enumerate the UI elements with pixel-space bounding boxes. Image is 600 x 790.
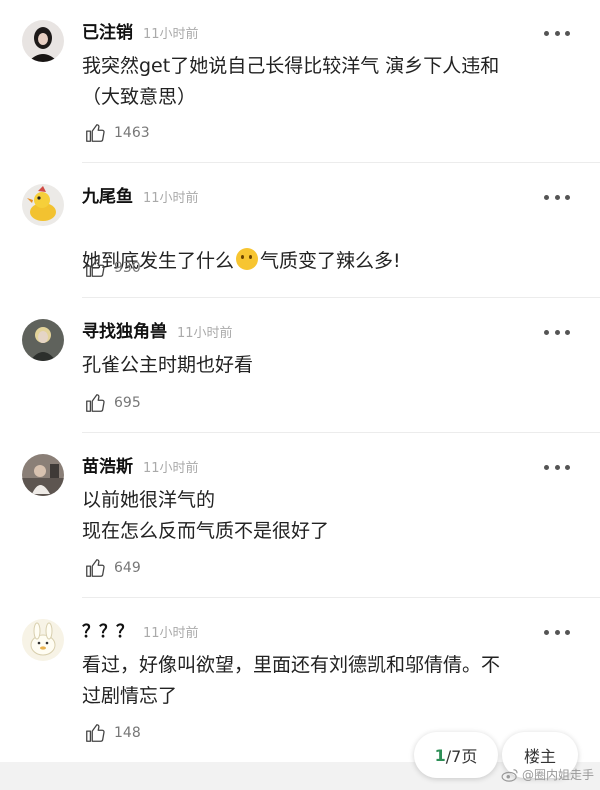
thumbs-up-icon (86, 559, 105, 577)
comment-time: 11小时前 (177, 326, 233, 341)
watermark: @圈内姐走手 (501, 766, 594, 783)
author-name[interactable]: ？？？ (82, 622, 133, 642)
comment-text: 她到底发生了什么 气质变了辣么多! (82, 215, 576, 277)
avatar[interactable] (22, 184, 64, 226)
divider (82, 432, 600, 433)
divider (82, 162, 600, 163)
like-count: 1463 (114, 125, 150, 141)
thumbs-up-icon (86, 394, 105, 412)
like-count: 695 (114, 395, 141, 411)
watermark-text: @圈内姐走手 (521, 768, 594, 782)
author-name[interactable]: 寻找独角兽 (82, 322, 167, 342)
comment-text: 看过，好像叫欲望，里面还有刘德凯和邬倩倩。不 过剧情忘了 (82, 654, 501, 707)
comment-time: 11小时前 (143, 626, 199, 641)
more-dots-icon[interactable] (544, 462, 570, 472)
like-button[interactable]: 1463 (84, 122, 150, 144)
comment-author[interactable]: 苗浩斯 11小时前 (82, 456, 199, 480)
avatar[interactable] (22, 454, 64, 496)
author-name[interactable]: 苗浩斯 (82, 457, 133, 477)
thumbs-up-icon (86, 259, 105, 277)
weibo-logo-icon (501, 768, 518, 782)
more-dots-icon[interactable] (544, 627, 570, 637)
author-name[interactable]: 九尾鱼 (82, 187, 133, 207)
comment-text: 以前她很洋气的 现在怎么反而气质不是很好了 (82, 489, 330, 542)
avatar[interactable] (22, 20, 64, 62)
comment-time: 11小时前 (143, 191, 199, 206)
comment-author[interactable]: 已注销 11小时前 (82, 22, 199, 46)
avatar[interactable] (22, 619, 64, 661)
like-button[interactable]: 649 (84, 557, 141, 579)
like-count: 649 (114, 560, 141, 576)
more-dots-icon[interactable] (544, 327, 570, 337)
divider (82, 597, 600, 598)
comment-author[interactable]: 寻找独角兽 11小时前 (82, 321, 233, 345)
thumbs-up-icon (86, 724, 105, 742)
like-count: 930 (114, 260, 141, 276)
comment-time: 11小时前 (143, 461, 199, 476)
current-page: 1 (434, 745, 446, 765)
like-button[interactable]: 930 (84, 257, 141, 279)
thumbs-up-icon (86, 124, 105, 142)
avatar[interactable] (22, 319, 64, 361)
more-dots-icon[interactable] (544, 192, 570, 202)
comment-text: 我突然get了她说自己长得比较洋气 演乡下人违和 （大致意思） (82, 55, 500, 108)
thinking-face-emoji (236, 248, 259, 270)
like-button[interactable]: 695 (84, 392, 141, 414)
page-indicator-button[interactable]: 1/7页 (414, 732, 498, 778)
comment-author[interactable]: 九尾鱼 11小时前 (82, 186, 199, 210)
comment-text-part: 气质变了辣么多! (260, 250, 401, 272)
more-dots-icon[interactable] (544, 28, 570, 38)
comment-author[interactable]: ？？？ 11小时前 (82, 621, 199, 645)
comment-text: 孔雀公主时期也好看 (82, 354, 254, 376)
comment-time: 11小时前 (143, 27, 199, 42)
like-count: 148 (114, 725, 141, 741)
divider (82, 297, 600, 298)
author-name[interactable]: 已注销 (82, 23, 133, 43)
like-button[interactable]: 148 (84, 722, 141, 744)
total-pages: /7页 (445, 747, 478, 766)
